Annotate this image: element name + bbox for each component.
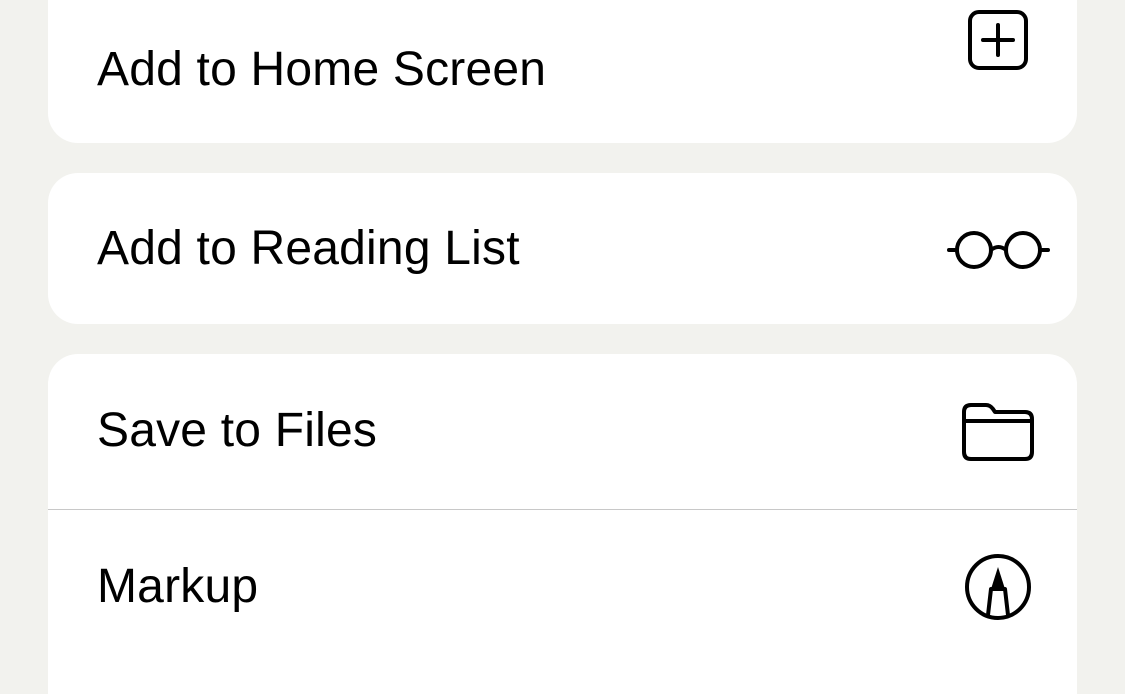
markup-label: Markup: [97, 560, 259, 613]
plus-square-icon: [968, 10, 1028, 70]
save-to-files-action[interactable]: Save to Files: [48, 354, 1077, 510]
add-to-home-screen-label: Add to Home Screen: [97, 43, 547, 96]
folder-icon: [962, 403, 1034, 461]
action-group-home: Add to Home Screen: [48, 0, 1077, 143]
save-to-files-label: Save to Files: [97, 404, 378, 457]
glasses-icon: [947, 231, 1050, 269]
action-group-reading-list: Add to Reading List: [48, 173, 1077, 324]
action-group-files: Save to Files Markup: [48, 354, 1077, 694]
add-to-reading-list-label: Add to Reading List: [97, 222, 520, 275]
add-to-home-screen-action[interactable]: Add to Home Screen: [48, 0, 1077, 143]
add-to-reading-list-action[interactable]: Add to Reading List: [48, 173, 1077, 324]
markup-pen-icon: [965, 554, 1031, 620]
markup-action[interactable]: Markup: [48, 510, 1077, 660]
